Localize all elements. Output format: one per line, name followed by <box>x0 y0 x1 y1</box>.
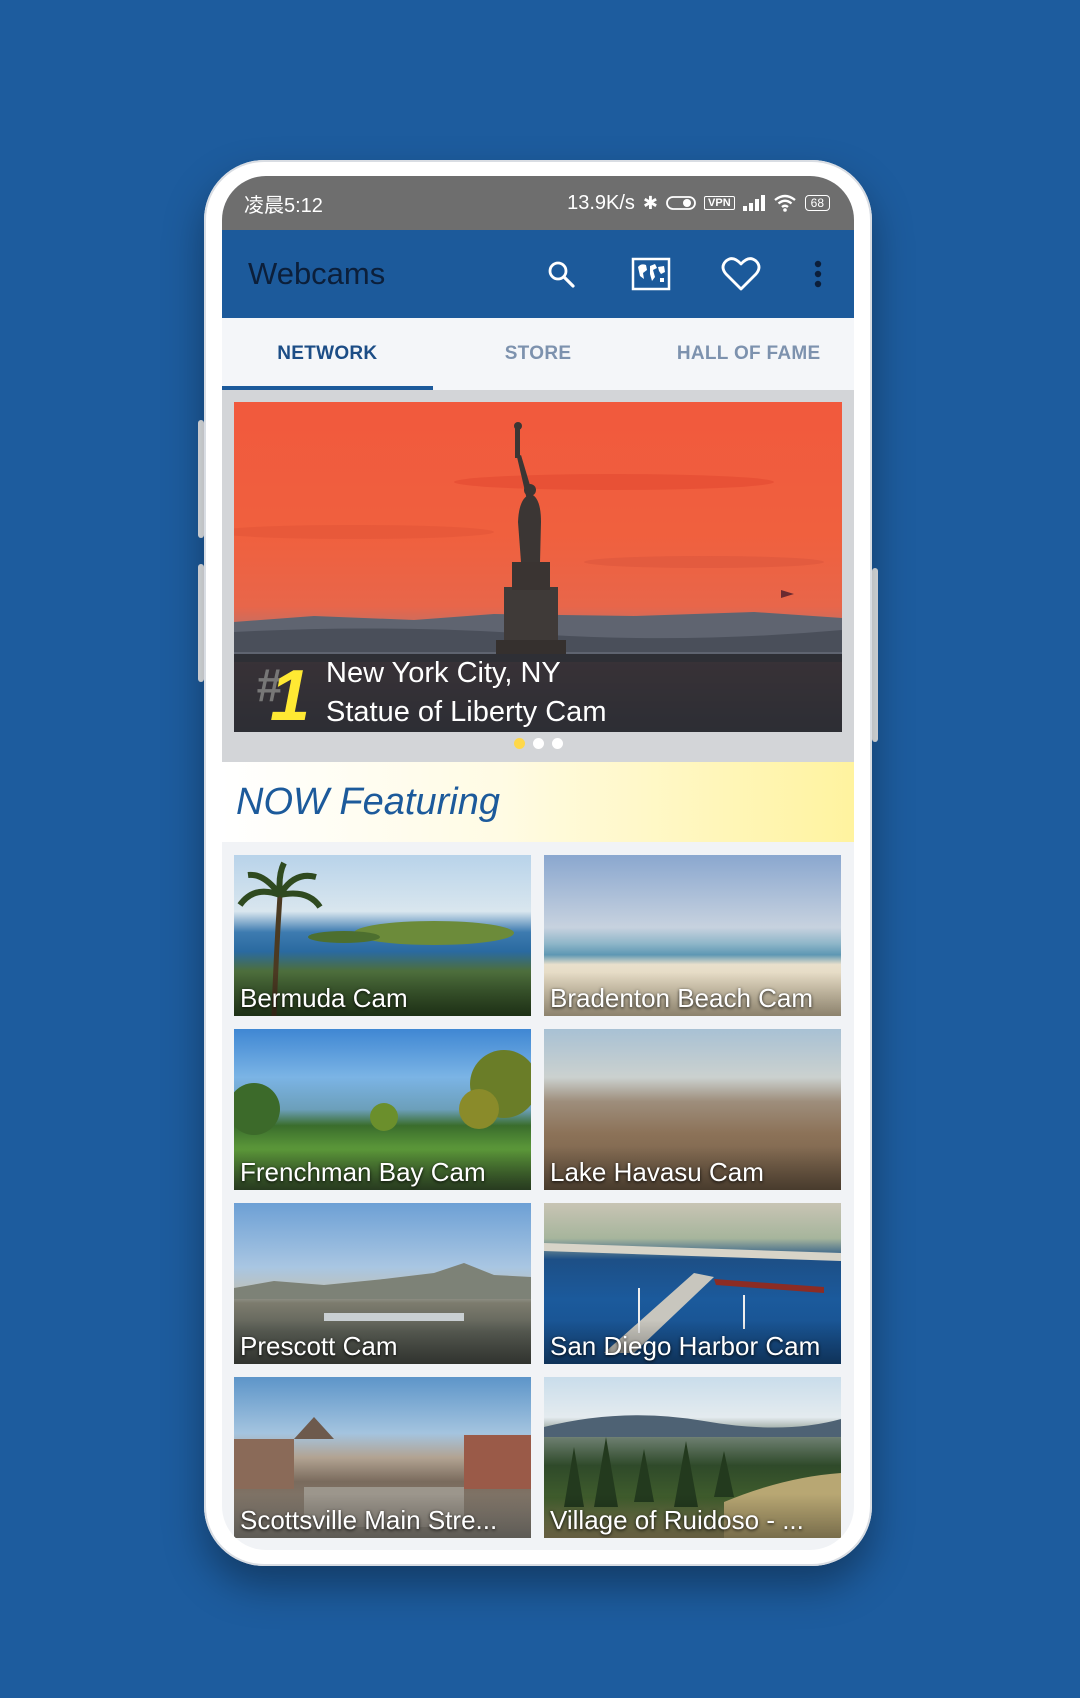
tab-store[interactable]: STORE <box>433 318 644 390</box>
rank-badge: # 1 <box>234 654 326 732</box>
hero-location: New York City, NY <box>326 657 561 689</box>
cam-card-bermuda[interactable]: Bermuda Cam <box>234 855 531 1016</box>
vpn-badge: VPN <box>704 196 735 210</box>
tab-network[interactable]: NETWORK <box>222 318 433 390</box>
tab-bar: NETWORK STORE HALL OF FAME <box>222 318 854 390</box>
cam-card-scottsville-main-street[interactable]: Scottsville Main Stre... <box>234 1377 531 1538</box>
phone-side-button-right <box>872 568 878 742</box>
status-time: 凌晨5:12 <box>244 194 323 217</box>
cam-card-san-diego-harbor[interactable]: San Diego Harbor Cam <box>544 1203 841 1364</box>
cam-card-lake-havasu[interactable]: Lake Havasu Cam <box>544 1029 841 1190</box>
app-screen: 凌晨5:12 13.9K/s ✱ VPN 68 Webcams NETWORK … <box>222 176 854 1550</box>
cam-card-prescott[interactable]: Prescott Cam <box>234 1203 531 1364</box>
cam-label: San Diego Harbor Cam <box>550 1331 821 1361</box>
carousel-dot[interactable] <box>513 738 525 749</box>
status-bar: 凌晨5:12 13.9K/s ✱ VPN 68 <box>222 176 854 230</box>
carousel-dot[interactable] <box>532 738 544 749</box>
signal-icon <box>742 195 765 211</box>
more-vert-icon[interactable] <box>808 251 828 297</box>
toggle-icon <box>666 196 696 210</box>
featuring-title: NOW Featuring <box>236 780 500 823</box>
hero-image[interactable]: # 1 New York City, NY Statue of Liberty … <box>234 402 842 732</box>
app-title: Webcams <box>248 256 386 291</box>
status-icons: 13.9K/s ✱ VPN 68 <box>567 192 830 215</box>
cam-grid: Bermuda Cam Bradenton Beach Cam Frenchma… <box>222 842 854 1538</box>
battery-icon: 68 <box>804 195 830 211</box>
hero-caption: # 1 New York City, NY Statue of Liberty … <box>234 654 842 732</box>
cam-label: Scottsville Main Stre... <box>240 1505 498 1535</box>
cam-label: Bradenton Beach Cam <box>550 983 814 1013</box>
app-toolbar: Webcams <box>222 230 854 318</box>
rank-number: 1 <box>270 656 311 732</box>
network-speed: 13.9K/s <box>567 191 635 214</box>
carousel-indicator <box>222 738 854 749</box>
featuring-header: NOW Featuring <box>222 762 854 842</box>
heart-icon[interactable] <box>718 251 764 297</box>
tab-hall-of-fame[interactable]: HALL OF FAME <box>643 318 854 390</box>
cam-label: Prescott Cam <box>240 1331 398 1361</box>
carousel-dot[interactable] <box>551 738 563 749</box>
cam-label: Bermuda Cam <box>240 983 408 1013</box>
search-icon[interactable] <box>538 251 584 297</box>
cam-card-bradenton-beach[interactable]: Bradenton Beach Cam <box>544 855 841 1016</box>
cam-card-frenchman-bay[interactable]: Frenchman Bay Cam <box>234 1029 531 1190</box>
world-map-icon[interactable] <box>628 251 674 297</box>
hero-carousel[interactable]: # 1 New York City, NY Statue of Liberty … <box>222 390 854 762</box>
hero-cam-name: Statue of Liberty Cam <box>326 696 607 728</box>
toolbar-actions <box>538 251 828 297</box>
cam-card-village-of-ruidoso[interactable]: Village of Ruidoso - ... <box>544 1377 841 1538</box>
cam-label: Lake Havasu Cam <box>550 1157 764 1187</box>
cam-label: Frenchman Bay Cam <box>240 1157 486 1187</box>
cam-label: Village of Ruidoso - ... <box>550 1505 804 1535</box>
wifi-icon <box>773 194 796 212</box>
bluetooth-icon: ✱ <box>642 192 659 213</box>
